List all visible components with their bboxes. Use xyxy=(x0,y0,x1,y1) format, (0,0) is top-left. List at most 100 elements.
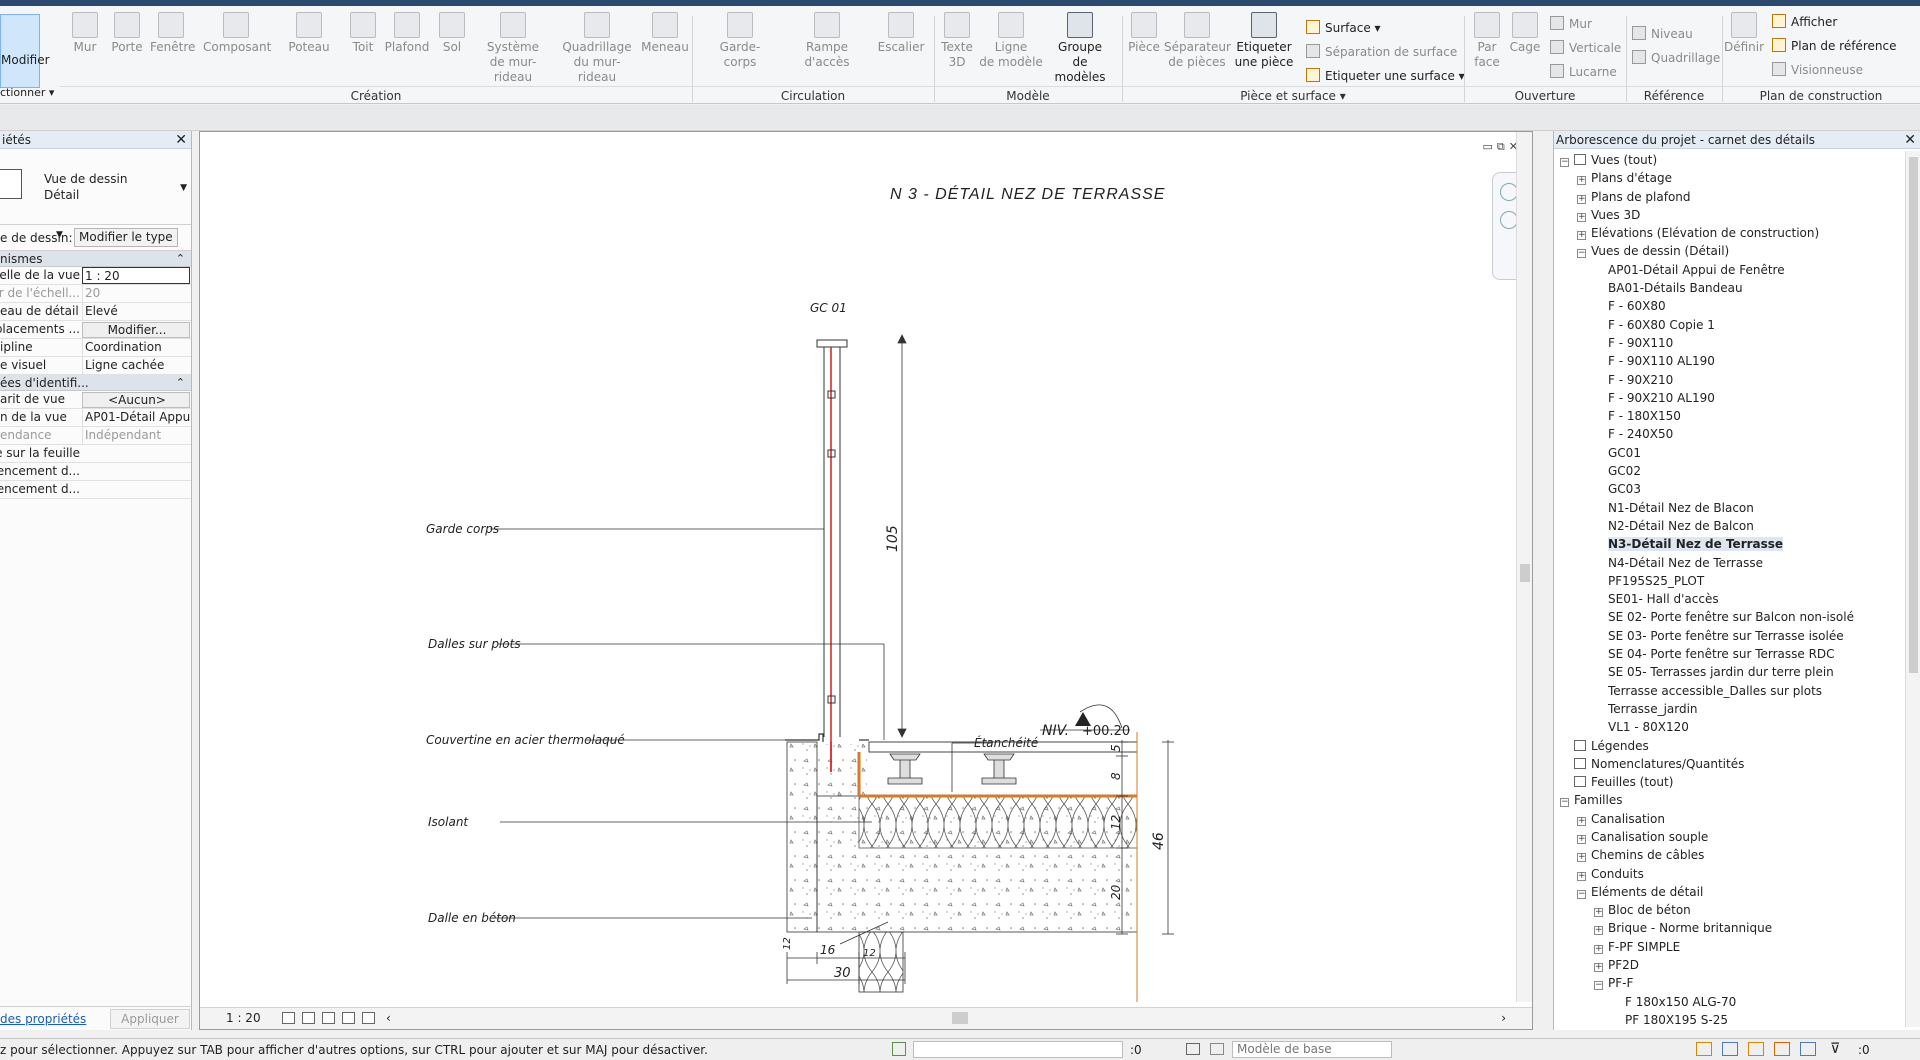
collapse-icon[interactable]: − xyxy=(1560,158,1569,167)
tree-item[interactable]: PF195S25_PLOT xyxy=(1554,572,1904,590)
area-boundary-button[interactable]: Séparation de surface xyxy=(1306,44,1457,59)
property-value[interactable]: 1 : 20 xyxy=(82,267,190,284)
viewer-button[interactable]: Visionneuse xyxy=(1772,62,1863,77)
expand-icon[interactable]: + xyxy=(1594,944,1603,954)
expand-icon[interactable]: + xyxy=(1577,871,1586,881)
expand-icon[interactable]: + xyxy=(1594,908,1603,918)
shadows-icon[interactable] xyxy=(342,1012,355,1024)
tree-item[interactable]: − Vues (tout) xyxy=(1554,151,1904,169)
room-separator-button[interactable]: Séparateur de pièces xyxy=(1164,12,1231,70)
model-group-button[interactable]: Groupe de modèles xyxy=(1046,12,1114,85)
expand-icon[interactable]: + xyxy=(1577,212,1586,222)
horizontal-scrollbar-thumb[interactable] xyxy=(952,1012,968,1024)
tree-item[interactable]: Légendes xyxy=(1554,737,1904,755)
select-links-icon[interactable] xyxy=(1696,1042,1712,1056)
tree-item[interactable]: SE01- Hall d'accès xyxy=(1554,590,1904,608)
railing-button[interactable]: Garde-corps xyxy=(704,12,776,70)
mullion-button[interactable]: Meneau xyxy=(640,12,690,55)
tag-area-button[interactable]: Etiqueter une surface ▾ xyxy=(1306,68,1465,83)
expand-icon[interactable]: + xyxy=(1577,834,1586,844)
tree-item[interactable]: AP01-Détail Appui de Fenêtre xyxy=(1554,261,1904,279)
vertical-scrollbar[interactable] xyxy=(1905,151,1920,1027)
curtain-grid-button[interactable]: Quadrillage du mur-rideau xyxy=(556,12,638,85)
tree-item[interactable]: Nomenclatures/Quantités xyxy=(1554,755,1904,773)
property-group-header[interactable]: ées d'identifi... ⌃ xyxy=(0,375,191,391)
collapse-icon[interactable]: − xyxy=(1577,249,1586,259)
close-icon[interactable]: ✕ xyxy=(1904,131,1916,149)
vertical-scrollbar[interactable] xyxy=(1516,132,1532,1002)
design-options-icon[interactable] xyxy=(1210,1043,1224,1055)
drag-elements-icon[interactable] xyxy=(1800,1042,1816,1056)
tree-item[interactable]: SE 02- Porte fenêtre sur Balcon non-isol… xyxy=(1554,608,1904,626)
collapse-icon[interactable]: − xyxy=(1594,981,1603,991)
chevron-left-icon[interactable]: ‹ xyxy=(386,1011,391,1025)
workset-dropdown[interactable] xyxy=(913,1041,1123,1058)
tree-item[interactable]: − Familles xyxy=(1554,791,1904,809)
tree-item[interactable]: + Brique - Norme britannique xyxy=(1554,919,1904,937)
properties-help-link[interactable]: des propriétés xyxy=(0,1012,86,1026)
tree-item[interactable]: F - 90X210 xyxy=(1554,371,1904,389)
window-button[interactable]: Fenêtre xyxy=(150,12,195,55)
tree-item[interactable]: N2-Détail Nez de Balcon xyxy=(1554,517,1904,535)
tree-item[interactable]: GC03 xyxy=(1554,480,1904,498)
chevron-right-icon[interactable]: › xyxy=(1501,1011,1506,1025)
tree-item[interactable]: + Plans d'étage xyxy=(1554,169,1904,187)
crop-view-icon[interactable] xyxy=(362,1012,375,1024)
tree-item[interactable]: + Plans de plafond xyxy=(1554,188,1904,206)
sun-path-icon[interactable] xyxy=(322,1012,335,1024)
dormer-button[interactable]: Lucarne xyxy=(1550,64,1617,79)
expand-icon[interactable]: + xyxy=(1594,926,1603,936)
tree-item[interactable]: F 180x150 ALG-70 xyxy=(1554,993,1904,1011)
tree-item[interactable]: PF 180X195 S-25 xyxy=(1554,1011,1904,1027)
apply-button[interactable]: Appliquer xyxy=(110,1009,190,1029)
select-by-face-icon[interactable] xyxy=(1774,1042,1790,1056)
tree-item[interactable]: GC02 xyxy=(1554,462,1904,480)
floor-button[interactable]: Sol xyxy=(438,12,466,55)
column-button[interactable]: Poteau xyxy=(288,12,330,55)
tree-item[interactable]: + PF2D xyxy=(1554,956,1904,974)
expand-icon[interactable]: + xyxy=(1594,963,1603,973)
property-value[interactable]: Indépendant xyxy=(82,427,190,444)
tree-item[interactable]: N4-Détail Nez de Terrasse xyxy=(1554,554,1904,572)
ramp-button[interactable]: Rampe d'accès xyxy=(784,12,870,70)
tree-item[interactable]: GC01 xyxy=(1554,444,1904,462)
tree-item[interactable]: SE 05- Terrasses jardin dur terre plein xyxy=(1554,663,1904,681)
ceiling-button[interactable]: Plafond xyxy=(384,12,430,55)
tree-item[interactable]: + Bloc de béton xyxy=(1554,901,1904,919)
property-value[interactable]: Elevé xyxy=(82,303,190,320)
model-line-button[interactable]: Ligne de modèle xyxy=(978,12,1044,70)
collapse-icon[interactable]: − xyxy=(1560,798,1569,808)
scrollbar-thumb[interactable] xyxy=(1520,564,1530,582)
editable-only-icon[interactable] xyxy=(1186,1043,1200,1055)
visual-style-icon[interactable] xyxy=(302,1012,315,1024)
chevron-down-icon[interactable]: ▼ xyxy=(56,230,63,240)
tree-item[interactable]: + F-PF SIMPLE xyxy=(1554,938,1904,956)
tree-item[interactable]: + Canalisation souple xyxy=(1554,828,1904,846)
tree-item[interactable]: − Vues de dessin (Détail) xyxy=(1554,242,1904,260)
tree-item[interactable]: N1-Détail Nez de Blacon xyxy=(1554,499,1904,517)
tree-item[interactable]: + Vues 3D xyxy=(1554,206,1904,224)
filter-icon[interactable]: ⊽ xyxy=(1830,1041,1840,1057)
level-button[interactable]: Niveau xyxy=(1632,26,1693,41)
stair-button[interactable]: Escalier xyxy=(876,12,926,55)
property-edit-button[interactable]: Modifier... xyxy=(82,322,190,338)
worksets-icon[interactable] xyxy=(892,1042,906,1056)
component-button[interactable]: Composant xyxy=(203,12,271,55)
tree-item[interactable]: F - 60X80 xyxy=(1554,297,1904,315)
property-value[interactable]: AP01-Détail Appu... xyxy=(82,409,190,426)
type-selector[interactable]: Vue de dessin Détail ▼ xyxy=(0,149,191,225)
scrollbar-thumb[interactable] xyxy=(1909,157,1918,673)
tree-item[interactable]: Terrasse_jardin xyxy=(1554,700,1904,718)
collapse-icon[interactable]: ⌃ xyxy=(176,375,185,391)
tree-item[interactable]: + Canalisation xyxy=(1554,810,1904,828)
property-value[interactable]: Ligne cachée xyxy=(82,357,190,374)
grid-button[interactable]: Quadrillage xyxy=(1632,50,1720,65)
panel-label-room-area[interactable]: Pièce et surface ▾ xyxy=(1122,86,1464,104)
tree-item[interactable]: F - 90X110 xyxy=(1554,334,1904,352)
set-workplane-button[interactable]: Définir xyxy=(1724,12,1764,55)
tree-item[interactable]: Feuilles (tout) xyxy=(1554,773,1904,791)
tree-item[interactable]: N3-Détail Nez de Terrasse xyxy=(1554,535,1904,553)
chevron-down-icon[interactable]: ▼ xyxy=(180,183,187,193)
view-scale[interactable]: 1 : 20 xyxy=(226,1011,261,1025)
expand-icon[interactable]: + xyxy=(1577,853,1586,863)
